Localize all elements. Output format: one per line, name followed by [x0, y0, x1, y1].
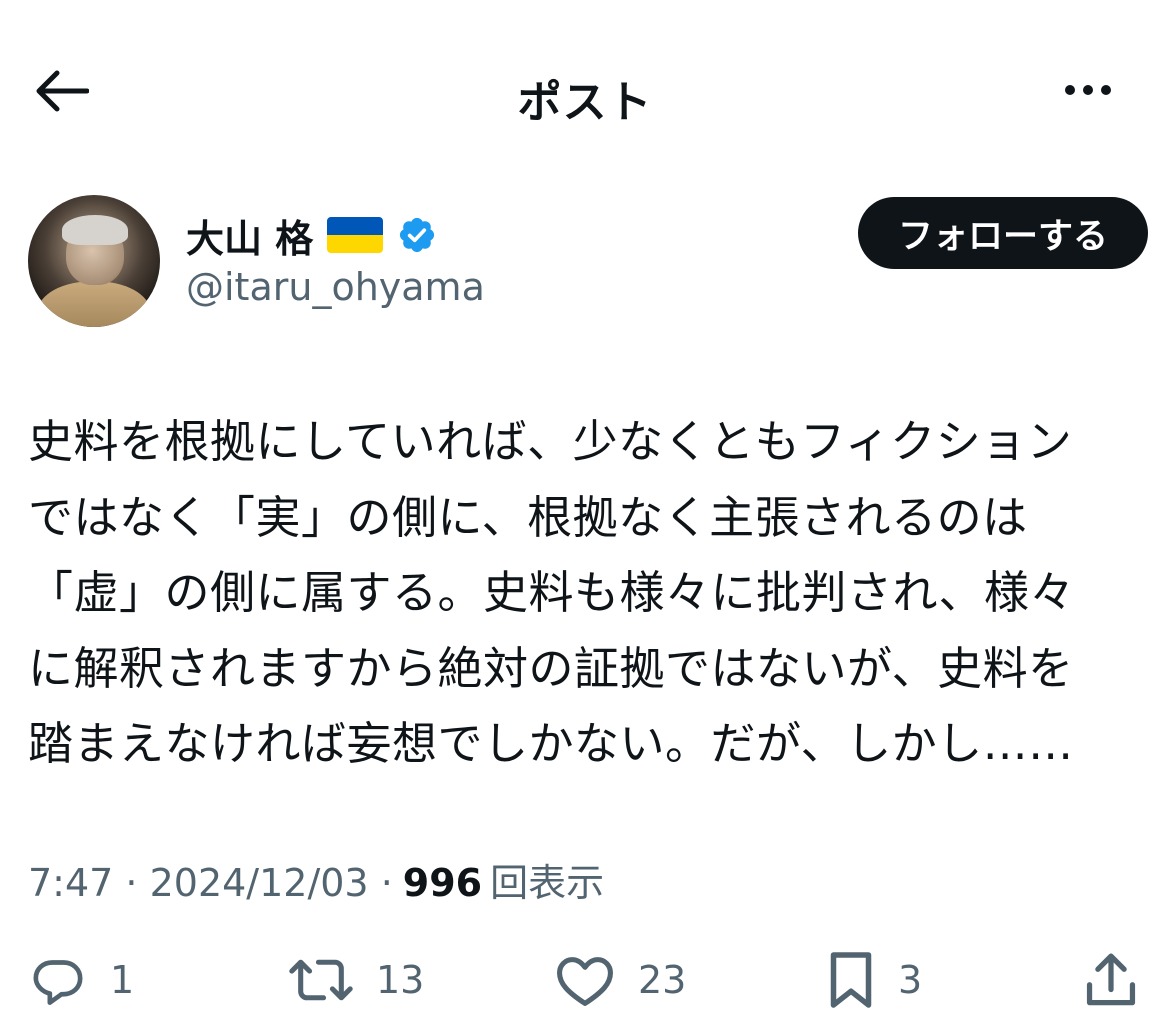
repost-button[interactable]: 13 — [288, 945, 424, 1015]
handle[interactable]: @itaru_ohyama — [186, 265, 485, 309]
share-icon — [1086, 953, 1136, 1006]
post-meta: 7:47 · 2024/12/03 · 996 回表示 — [28, 852, 604, 907]
bookmark-icon — [830, 952, 872, 1008]
like-icon — [557, 957, 613, 1006]
author-row: 大山 格 @itaru_ohyama フォローする — [28, 195, 1148, 330]
more-button[interactable] — [1056, 68, 1120, 112]
reply-button[interactable]: 1 — [28, 945, 134, 1015]
bookmark-count: 3 — [898, 958, 923, 1002]
follow-button[interactable]: フォローする — [858, 197, 1148, 269]
avatar[interactable] — [28, 195, 160, 327]
like-button[interactable]: 23 — [554, 945, 686, 1015]
page-title: ポスト — [517, 77, 653, 128]
bookmark-button[interactable]: 3 — [826, 945, 922, 1015]
display-name[interactable]: 大山 格 — [186, 208, 313, 263]
like-count: 23 — [638, 958, 687, 1002]
more-icon — [1061, 85, 1115, 95]
reply-icon — [33, 960, 83, 1005]
verified-icon[interactable] — [397, 215, 437, 255]
flag-icon — [327, 217, 384, 253]
reply-count: 1 — [110, 958, 135, 1002]
action-bar: 1 13 23 3 — [0, 945, 1170, 1015]
post-time[interactable]: 7:47 — [28, 861, 113, 905]
name-line: 大山 格 — [186, 209, 437, 261]
views-count: 996 — [402, 861, 483, 905]
post-date[interactable]: 2024/12/03 — [150, 861, 369, 905]
views-label: 回表示 — [490, 861, 605, 905]
repost-count: 13 — [376, 958, 425, 1002]
post-text: 史料を根拠にしていれば、少なくともフィクション ではなく「実」の側に、根拠なく主… — [28, 415, 1075, 770]
separator: · — [368, 861, 393, 905]
share-button[interactable] — [1082, 945, 1140, 1015]
separator: · — [113, 861, 150, 905]
repost-icon — [289, 959, 353, 1001]
top-bar: ポスト — [0, 40, 1170, 140]
